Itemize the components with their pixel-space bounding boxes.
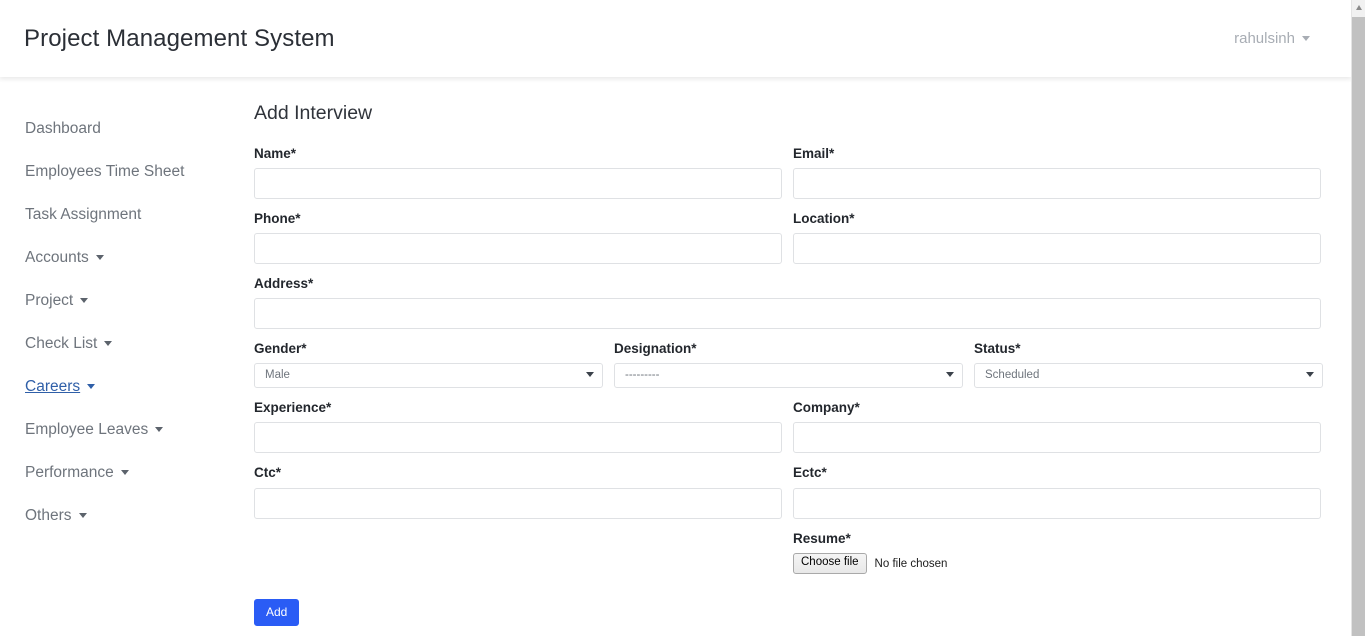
location-input[interactable]: [793, 232, 1321, 264]
form-group-phone: Phone*: [254, 211, 782, 264]
sidebar-item-performance[interactable]: Performance: [0, 451, 225, 494]
designation-label: Designation*: [614, 341, 697, 357]
chevron-down-icon: [78, 513, 87, 518]
address-label: Address*: [254, 275, 314, 291]
ctc-label: Ctc*: [254, 465, 282, 481]
form-row-ctc-ectc: Ctc* Ectc*: [254, 465, 1321, 519]
sidebar-item-label: Careers: [25, 377, 81, 395]
sidebar-item-dashboard[interactable]: Dashboard: [0, 107, 225, 150]
chevron-down-icon: [80, 298, 89, 303]
chevron-down-icon: [155, 427, 164, 432]
chevron-down-icon: [120, 470, 129, 475]
sidebar-item-employee-leaves[interactable]: Employee Leaves: [0, 408, 225, 451]
chevron-down-icon: [1302, 36, 1310, 41]
sidebar-item-label: Project: [25, 291, 74, 309]
gender-select-wrapper: Male: [254, 363, 603, 389]
form-group-resume: Resume* Choose file No file chosen: [793, 531, 1321, 575]
choose-file-button[interactable]: Choose file: [793, 553, 867, 575]
form-row-resume-spacer: [254, 531, 782, 575]
scroll-up-arrow-icon[interactable]: [1355, 5, 1362, 10]
form-group-status: Status* Scheduled: [974, 341, 1323, 389]
form-group-gender: Gender* Male: [254, 341, 603, 389]
page-title: Add Interview: [254, 102, 373, 124]
company-label: Company*: [793, 400, 860, 416]
main-content: Add Interview Name* Email* Phone* Locati…: [226, 82, 1351, 636]
sidebar-item-label: Employees Time Sheet: [25, 162, 185, 180]
email-input[interactable]: [793, 167, 1321, 199]
sidebar-item-project[interactable]: Project: [0, 279, 225, 322]
company-input[interactable]: [793, 422, 1321, 454]
ctc-input[interactable]: [254, 487, 782, 519]
form-row-gender-designation-status: Gender* Male Designation* --------- Stat…: [254, 341, 1323, 389]
gender-select[interactable]: Male: [254, 363, 603, 389]
sidebar-item-label: Task Assignment: [25, 205, 142, 223]
ectc-label: Ectc*: [793, 465, 827, 481]
form-group-ectc: Ectc*: [793, 465, 1321, 519]
resume-file-input[interactable]: Choose file No file chosen: [793, 553, 1321, 575]
gender-label: Gender*: [254, 341, 307, 357]
status-select[interactable]: Scheduled: [974, 363, 1323, 389]
name-label: Name*: [254, 145, 297, 161]
top-navbar: Project Management System rahulsinh: [0, 0, 1351, 77]
status-select-wrapper: Scheduled: [974, 363, 1323, 389]
name-input[interactable]: [254, 167, 782, 199]
form-group-company: Company*: [793, 400, 1321, 454]
form-group-email: Email*: [793, 146, 1321, 199]
form-row-experience-company: Experience* Company*: [254, 400, 1321, 454]
body-wrapper: Dashboard Employees Time Sheet Task Assi…: [0, 82, 1351, 636]
location-label: Location*: [793, 210, 855, 226]
form-group-name: Name*: [254, 146, 782, 199]
form-group-experience: Experience*: [254, 400, 782, 454]
phone-input[interactable]: [254, 232, 782, 264]
form-group-ctc: Ctc*: [254, 465, 782, 519]
form-group-address: Address*: [254, 275, 1321, 330]
form-row-name-email: Name* Email*: [254, 146, 1321, 199]
chevron-down-icon: [104, 341, 113, 346]
address-input[interactable]: [254, 298, 1321, 330]
form-row-address: Address*: [254, 275, 1321, 330]
user-menu-label: rahulsinh: [1234, 30, 1295, 47]
app-brand-title[interactable]: Project Management System: [24, 25, 335, 53]
app-root: Project Management System rahulsinh Dash…: [0, 0, 1365, 636]
status-label: Status*: [974, 341, 1021, 357]
experience-input[interactable]: [254, 422, 782, 454]
form-group-designation: Designation* ---------: [614, 341, 963, 389]
sidebar-item-employees-time-sheet[interactable]: Employees Time Sheet: [0, 150, 225, 193]
sidebar: Dashboard Employees Time Sheet Task Assi…: [0, 82, 226, 636]
sidebar-item-others[interactable]: Others: [0, 494, 225, 537]
file-chosen-status: No file chosen: [874, 557, 948, 570]
form-group-location: Location*: [793, 211, 1321, 264]
add-button[interactable]: Add: [254, 598, 300, 627]
sidebar-item-label: Check List: [25, 334, 98, 352]
form-row-phone-location: Phone* Location*: [254, 211, 1321, 264]
add-interview-form: Name* Email* Phone* Location* Address* G…: [254, 146, 1323, 627]
resume-label: Resume*: [793, 530, 851, 546]
sidebar-item-label: Others: [25, 506, 72, 524]
sidebar-item-accounts[interactable]: Accounts: [0, 236, 225, 279]
sidebar-item-label: Employee Leaves: [25, 420, 149, 438]
sidebar-item-careers[interactable]: Careers: [0, 365, 225, 408]
chevron-down-icon: [95, 255, 104, 260]
chevron-down-icon: [87, 384, 96, 389]
ectc-input[interactable]: [793, 487, 1321, 519]
email-label: Email*: [793, 145, 835, 161]
page-scrollbar[interactable]: [1351, 0, 1365, 636]
form-row-resume: Resume* Choose file No file chosen: [254, 531, 1321, 575]
sidebar-item-label: Dashboard: [25, 119, 101, 137]
user-menu[interactable]: rahulsinh: [1234, 30, 1327, 47]
experience-label: Experience*: [254, 400, 332, 416]
form-actions: Add: [254, 598, 1321, 627]
sidebar-item-task-assignment[interactable]: Task Assignment: [0, 193, 225, 236]
sidebar-item-label: Performance: [25, 463, 114, 481]
designation-select[interactable]: ---------: [614, 363, 963, 389]
sidebar-item-check-list[interactable]: Check List: [0, 322, 225, 365]
phone-label: Phone*: [254, 210, 301, 226]
sidebar-item-label: Accounts: [25, 248, 89, 266]
scrollbar-thumb[interactable]: [1352, 17, 1365, 636]
designation-select-wrapper: ---------: [614, 363, 963, 389]
